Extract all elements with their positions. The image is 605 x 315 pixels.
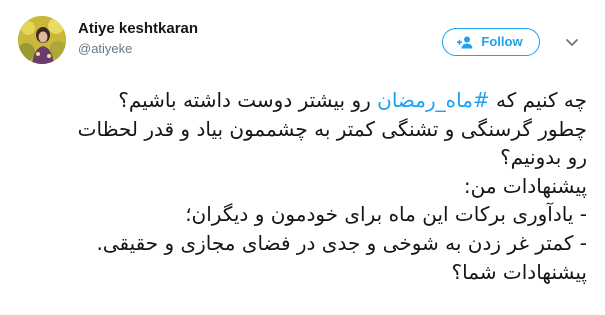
tweet-text-segment: چه کنیم که bbox=[489, 88, 587, 112]
tweet-menu-button[interactable] bbox=[564, 34, 580, 50]
tweet-line-4: پیشنهادات من: bbox=[463, 173, 587, 198]
profile-photo-icon bbox=[18, 16, 66, 64]
author-display-name[interactable]: Atiye keshtkaran bbox=[78, 20, 198, 38]
follow-button[interactable]: Follow bbox=[442, 28, 540, 56]
tweet-text: چه کنیم که #ماه_رمضان رو بیشتر دوست داشت… bbox=[12, 86, 587, 286]
author-handle[interactable]: @atiyeke bbox=[78, 40, 198, 58]
tweet-line-5: - یادآوری برکات این ماه برای خودمون و دی… bbox=[185, 202, 587, 227]
chevron-down-icon bbox=[566, 39, 578, 46]
tweet-card: Atiye keshtkaran @atiyeke Follow چه کنیم… bbox=[0, 0, 605, 315]
tweet-header: Atiye keshtkaran @atiyeke Follow bbox=[18, 14, 588, 64]
tweet-line-2: چطور گرسنگی و تشنگی کمتر به چشممون بیاد … bbox=[77, 116, 587, 141]
tweet-line-3: رو بدونیم؟ bbox=[500, 145, 587, 170]
tweet-text-segment: رو بیشتر دوست داشته باشیم؟ bbox=[118, 88, 378, 112]
tweet-line-1: چه کنیم که #ماه_رمضان رو بیشتر دوست داشت… bbox=[12, 86, 587, 115]
hashtag-link[interactable]: #ماه_رمضان bbox=[377, 88, 490, 112]
author-names: Atiye keshtkaran @atiyeke bbox=[78, 20, 198, 58]
tweet-line-7: پیشنهادات شما؟ bbox=[451, 259, 587, 284]
avatar[interactable] bbox=[18, 16, 66, 64]
follow-label: Follow bbox=[481, 34, 523, 49]
tweet-line-6: - کمتر غر زدن به شوخی و جدی در فضای مجاز… bbox=[96, 230, 587, 255]
